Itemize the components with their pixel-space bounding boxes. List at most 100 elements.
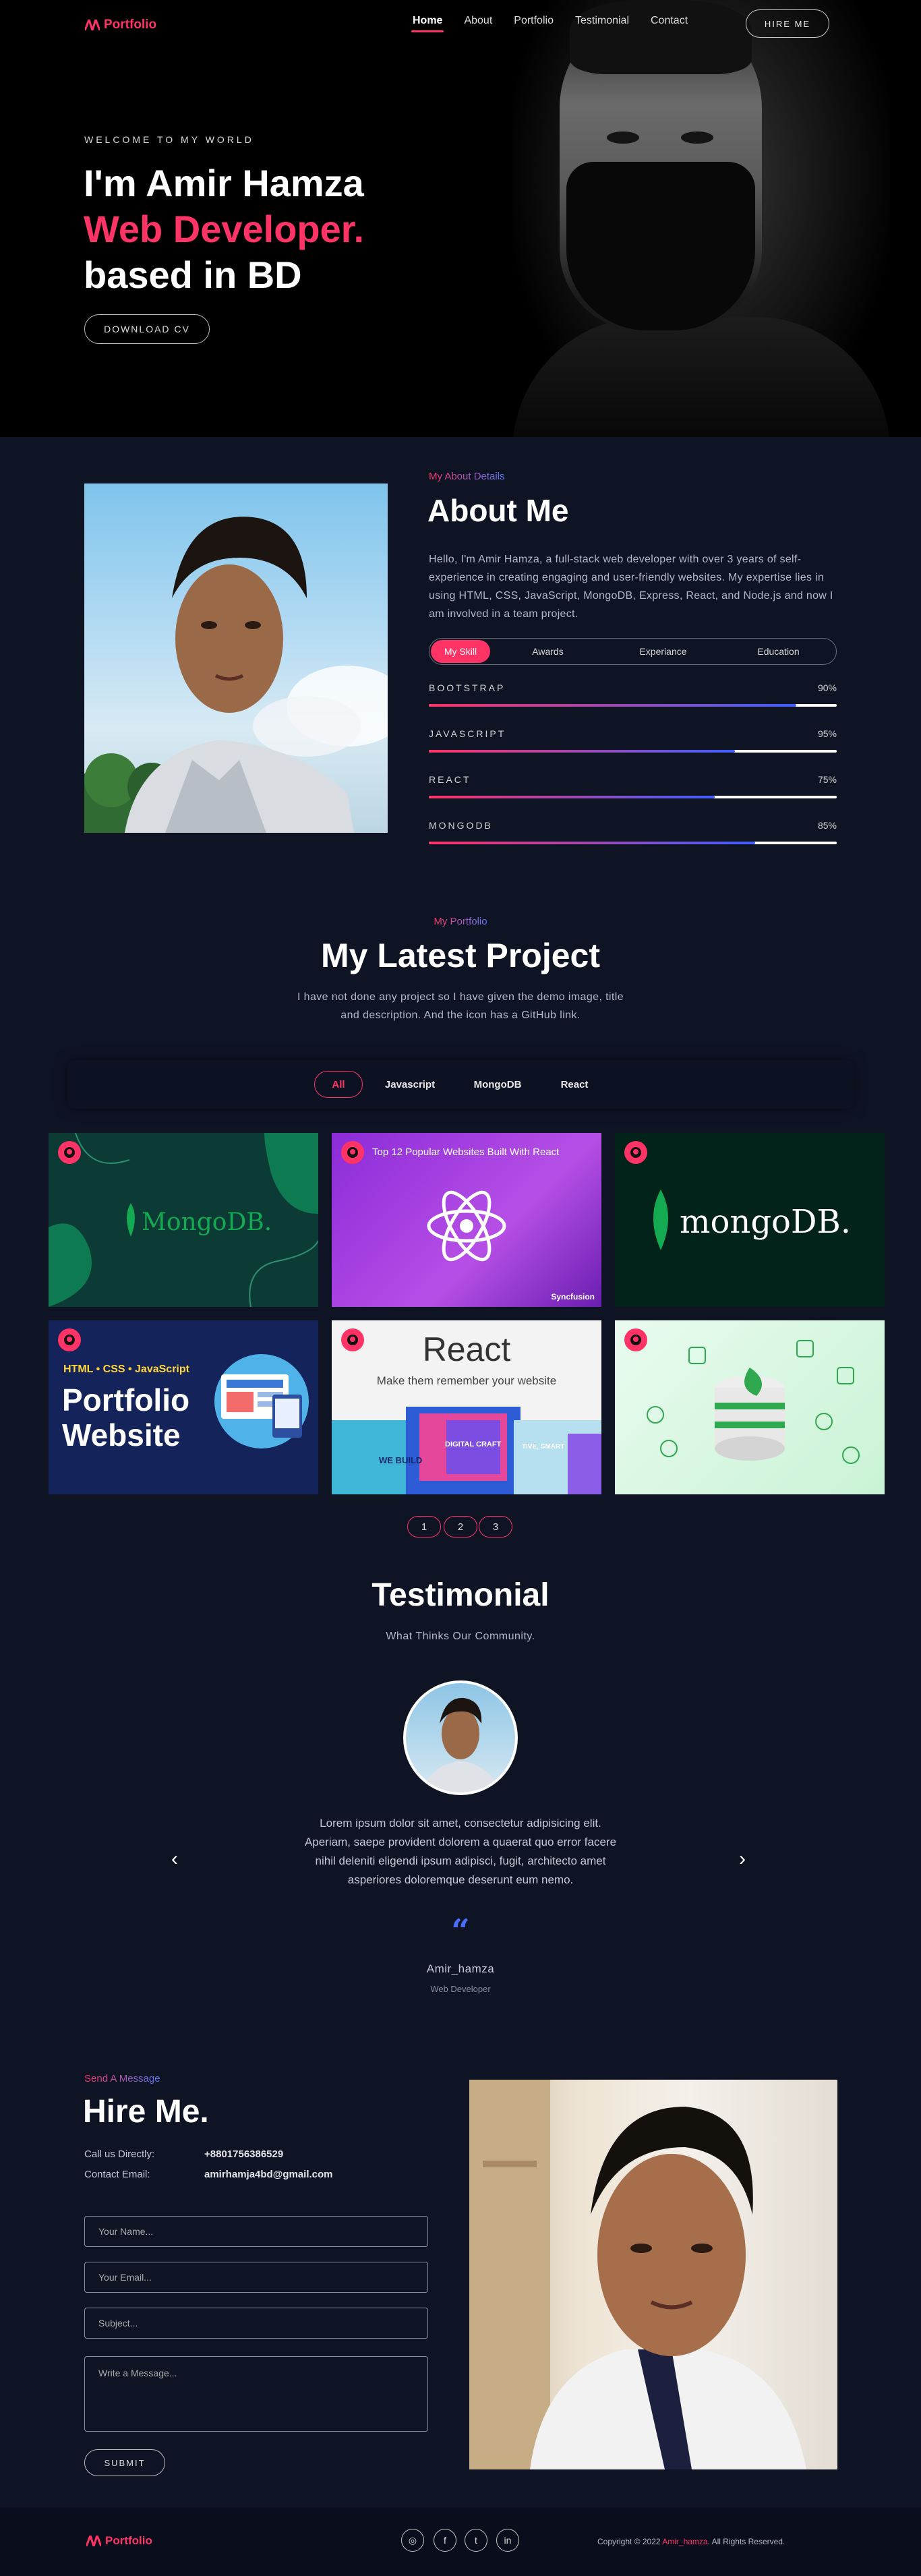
github-icon[interactable]	[341, 1141, 364, 1164]
hero-eye	[681, 131, 713, 144]
card-text: WE BUILD	[379, 1455, 423, 1465]
about-photo	[84, 484, 388, 833]
hero-name: I'm Amir Hamza	[84, 162, 364, 204]
project-card[interactable]: HTML • CSS • JavaScript Portfolio Websit…	[49, 1320, 318, 1494]
copyright-suffix: . All Rights Reserved.	[707, 2537, 785, 2546]
nav-item-home[interactable]: Home	[402, 15, 453, 32]
portfolio-description: I have not done any project so I have gi…	[297, 991, 624, 1003]
tab-experience[interactable]: Experiance	[605, 646, 721, 657]
nav-logo[interactable]: Portfolio	[85, 18, 156, 32]
about-photo-illustration	[84, 517, 388, 833]
email-label: Contact Email:	[84, 2169, 150, 2180]
card-text: Top 12 Popular Websites Built With React	[372, 1146, 560, 1158]
quote-icon: “	[451, 1912, 470, 1950]
github-icon[interactable]	[58, 1328, 81, 1351]
card-tag: Syncfusion	[551, 1292, 595, 1301]
page-button-1[interactable]: 1	[407, 1516, 441, 1538]
download-cv-button[interactable]: DOWNLOAD CV	[84, 314, 210, 344]
github-icon[interactable]	[624, 1141, 647, 1164]
mongodb-leaf-icon	[127, 1203, 135, 1237]
nav-item-portfolio[interactable]: Portfolio	[503, 15, 564, 27]
skill-percent: 95%	[817, 728, 837, 739]
tab-my-skill[interactable]: My Skill	[431, 640, 490, 663]
project-card[interactable]: mongoDB.	[615, 1133, 885, 1307]
card-text: DIGITAL CRAFT	[445, 1440, 502, 1448]
skill-javascript: JAVASCRIPT 95%	[429, 728, 837, 753]
card-text: Make them remember your website	[376, 1374, 557, 1387]
hero-location: based in BD	[84, 254, 302, 296]
logo-text: Portfolio	[105, 2534, 152, 2547]
testimonial-text-line: Lorem ipsum dolor sit amet, consectetur …	[320, 1817, 601, 1829]
page-button-2[interactable]: 2	[444, 1516, 477, 1538]
avatar-illustration	[419, 1697, 502, 1792]
testimonial-text-line: Aperiam, saepe provident dolorem a quaer…	[304, 1836, 617, 1848]
skill-name: REACT	[429, 774, 471, 785]
skill-name: BOOTSTRAP	[429, 682, 506, 693]
facebook-icon[interactable]: f	[434, 2529, 456, 2552]
email-field[interactable]: Your Email...	[84, 2262, 428, 2293]
testimonial-name: Amir_hamza	[426, 1962, 495, 1975]
card-text: MongoDB.	[142, 1208, 272, 1236]
testimonial-title: Testimonial	[372, 1577, 549, 1613]
skill-bar	[429, 750, 837, 753]
skill-bar-fill	[429, 704, 796, 707]
skill-percent: 75%	[817, 774, 837, 785]
testimonial-subtitle: What Thinks Our Community.	[386, 1631, 535, 1642]
instagram-icon[interactable]: ◎	[401, 2529, 424, 2552]
website-illustration	[214, 1354, 309, 1448]
filter-mongodb[interactable]: MongoDB	[463, 1071, 533, 1098]
logo-text: Portfolio	[104, 18, 157, 32]
skill-bar	[429, 842, 837, 844]
twitter-icon[interactable]: t	[465, 2529, 487, 2552]
card-title: Portfolio	[62, 1382, 190, 1417]
card-title: Website	[62, 1417, 181, 1453]
contact-photo-illustration	[469, 2080, 806, 2469]
contact-subtitle: Send A Message	[84, 2073, 160, 2084]
nav-item-testimonial[interactable]: Testimonial	[564, 15, 640, 27]
card-text: TIVE, SMART	[522, 1443, 565, 1451]
footer-logo[interactable]: Portfolio	[86, 2534, 152, 2548]
nav-item-about[interactable]: About	[453, 15, 503, 27]
project-card[interactable]	[615, 1320, 885, 1494]
filter-all[interactable]: All	[314, 1071, 363, 1098]
filter-javascript[interactable]: Javascript	[375, 1071, 445, 1098]
copyright-name: Amir_hamza	[662, 2537, 708, 2546]
subject-field[interactable]: Subject...	[84, 2308, 428, 2339]
skill-react: REACT 75%	[429, 774, 837, 798]
testimonial-avatar	[403, 1680, 518, 1795]
footer: Portfolio Copyright © 2022 Amir_hamza. A…	[0, 2507, 921, 2576]
about-subtitle: My About Details	[429, 471, 505, 482]
next-arrow-icon[interactable]: ›	[739, 1848, 746, 1871]
hero-section: WELCOME TO MY WORLD I'm Amir Hamza Web D…	[0, 0, 921, 437]
email-value: amirhamja4bd@gmail.com	[204, 2169, 333, 2180]
phone-value: +8801756386529	[204, 2148, 284, 2160]
nav-links: Home About Portfolio Testimonial Contact	[402, 15, 699, 32]
linkedin-icon[interactable]: in	[496, 2529, 519, 2552]
project-card[interactable]: Top 12 Popular Websites Built With React…	[332, 1133, 601, 1307]
prev-arrow-icon[interactable]: ‹	[171, 1848, 178, 1871]
message-field[interactable]: Write a Message...	[84, 2356, 428, 2432]
page-button-3[interactable]: 3	[479, 1516, 512, 1538]
project-card[interactable]: MongoDB.	[49, 1133, 318, 1307]
filter-react[interactable]: React	[546, 1071, 603, 1098]
submit-button[interactable]: SUBMIT	[84, 2449, 165, 2476]
portfolio-title: My Latest Project	[320, 937, 600, 974]
skill-bar-fill	[429, 796, 715, 798]
project-card[interactable]: React Make them remember your website WE…	[332, 1320, 601, 1494]
testimonial-role: Web Developer	[430, 1984, 491, 1994]
hero-role: Web Developer.	[84, 208, 365, 250]
tab-education[interactable]: Education	[721, 646, 836, 657]
github-icon[interactable]	[58, 1141, 81, 1164]
name-field[interactable]: Your Name...	[84, 2216, 428, 2247]
hero-face-mask	[566, 162, 755, 330]
nav-item-contact[interactable]: Contact	[640, 15, 699, 27]
hire-me-button[interactable]: HIRE ME	[746, 9, 829, 38]
database-illustration	[647, 1340, 860, 1464]
tab-awards[interactable]: Awards	[490, 646, 605, 657]
top-nav: Portfolio Home About Portfolio Testimoni…	[0, 0, 921, 49]
logo-icon	[85, 20, 100, 30]
skill-bootstrap: BOOTSTRAP 90%	[429, 682, 837, 707]
about-text: Hello, I'm Amir Hamza, a full-stack web …	[429, 554, 833, 620]
testimonial-text-line: asperiores doloremque deserunt eum nemo.	[347, 1873, 574, 1886]
skill-mongodb: MONGODB 85%	[429, 820, 837, 844]
